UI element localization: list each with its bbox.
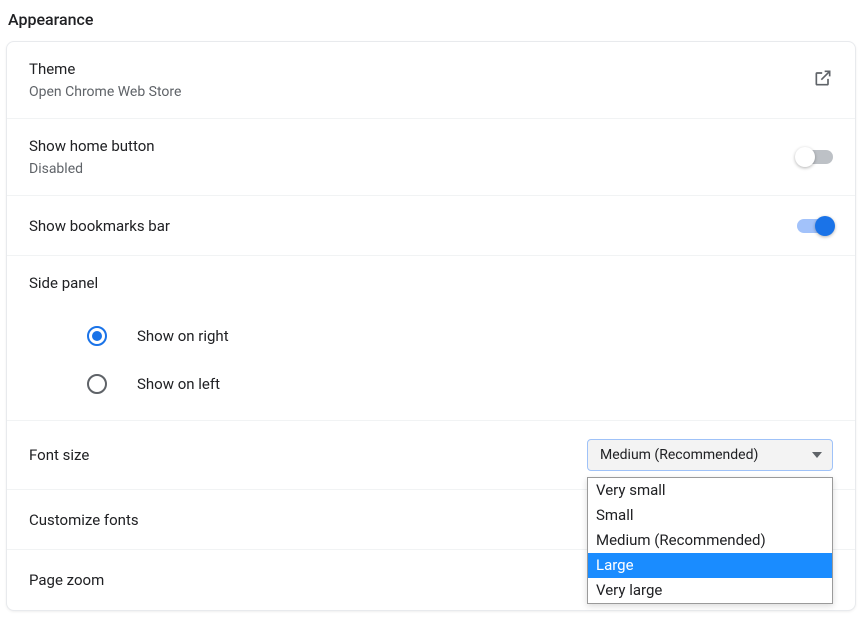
side-panel-left-label: Show on left [137,375,220,393]
side-panel-right-label: Show on right [137,327,229,345]
home-button-label: Show home button [29,137,155,155]
font-size-dropdown: Very small Small Medium (Recommended) La… [587,477,833,604]
side-panel-option-right[interactable]: Show on right [29,312,833,360]
font-size-selected-value: Medium (Recommended) [600,447,758,463]
customize-fonts-label: Customize fonts [29,511,139,529]
home-button-sublabel: Disabled [29,161,155,177]
theme-row[interactable]: Theme Open Chrome Web Store [7,42,855,119]
side-panel-option-left[interactable]: Show on left [29,360,833,408]
font-size-select[interactable]: Medium (Recommended) [587,439,833,471]
bookmarks-bar-row: Show bookmarks bar [7,196,855,256]
radio-icon [87,374,107,394]
font-size-option[interactable]: Very large [588,578,832,603]
font-size-row: Font size Medium (Recommended) Very smal… [7,421,855,490]
radio-icon [87,326,107,346]
font-size-option[interactable]: Small [588,503,832,528]
page-title: Appearance [0,0,862,41]
font-size-label: Font size [29,446,89,464]
bookmarks-bar-label: Show bookmarks bar [29,217,170,235]
page-zoom-label: Page zoom [29,571,104,589]
font-size-option[interactable]: Medium (Recommended) [588,528,832,553]
theme-sublabel: Open Chrome Web Store [29,84,181,100]
side-panel-label: Side panel [29,274,833,292]
font-size-option[interactable]: Very small [588,478,832,503]
chevron-down-icon [812,452,822,458]
home-button-toggle[interactable] [797,150,833,164]
bookmarks-bar-toggle[interactable] [797,219,833,233]
appearance-card: Theme Open Chrome Web Store Show home bu… [6,41,856,611]
home-button-row: Show home button Disabled [7,119,855,196]
open-in-new-icon[interactable] [813,68,833,92]
font-size-option[interactable]: Large [588,553,832,578]
side-panel-section: Side panel Show on right Show on left [7,256,855,421]
theme-label: Theme [29,60,181,78]
